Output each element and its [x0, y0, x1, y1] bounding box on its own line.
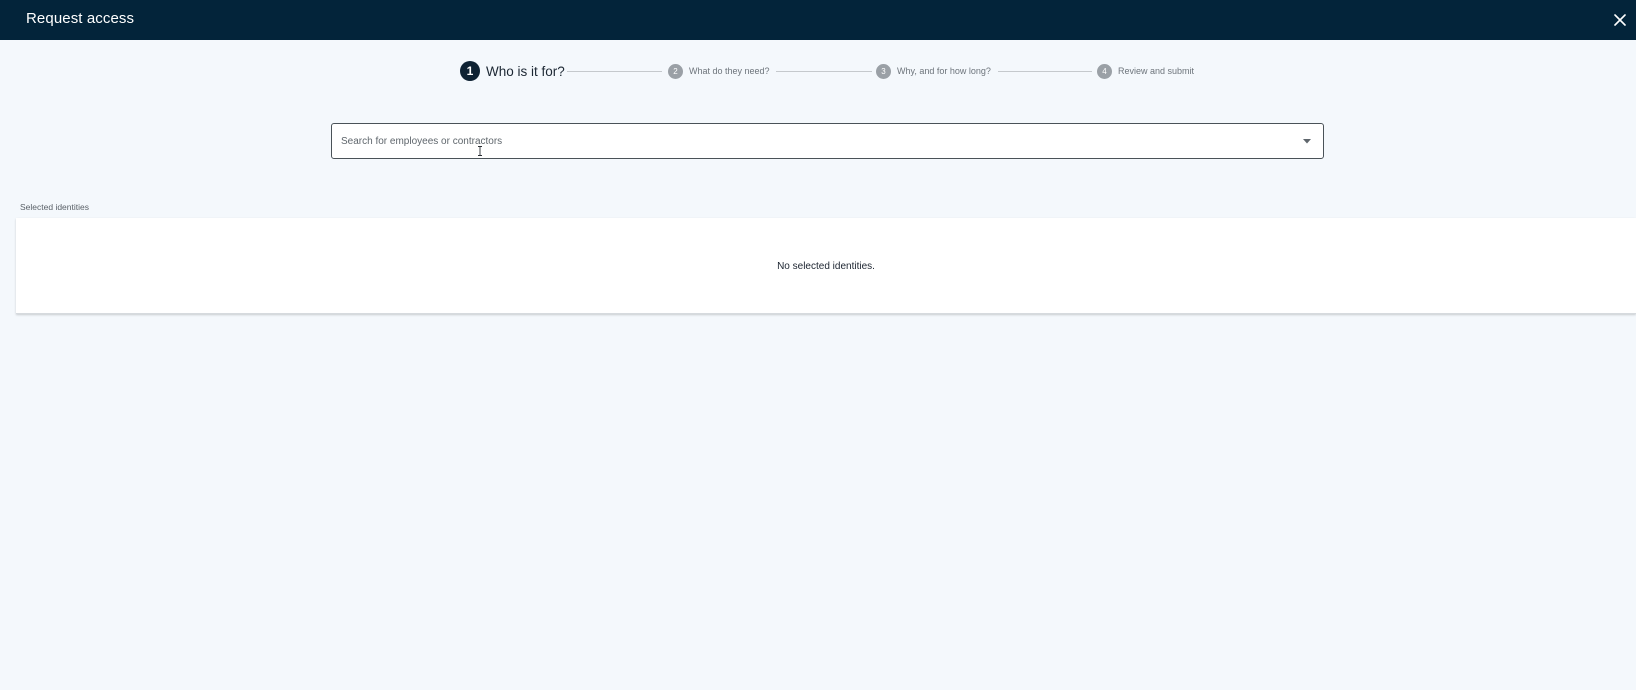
step-label: Review and submit [1118, 66, 1195, 76]
selected-identities-label: Selected identities [20, 202, 89, 212]
step-why-and-how-long[interactable]: 3 Why, and for how long? [876, 60, 991, 82]
step-what-do-they-need[interactable]: 2 What do they need? [668, 60, 770, 82]
empty-state-message: No selected identities. [777, 261, 875, 272]
step-number-badge: 3 [876, 63, 891, 79]
step-connector [776, 70, 872, 72]
close-icon [1614, 14, 1626, 26]
dropdown-toggle[interactable] [1300, 134, 1314, 148]
caret-down-icon [1303, 138, 1311, 143]
step-review-and-submit[interactable]: 4 Review and submit [1097, 60, 1194, 82]
step-number-badge: 4 [1097, 63, 1112, 79]
step-connector [567, 70, 662, 72]
step-label: Who is it for? [486, 63, 565, 79]
step-who-is-it-for[interactable]: 1 Who is it for? [460, 60, 565, 82]
text-cursor-icon [478, 146, 482, 156]
close-button[interactable] [1610, 10, 1630, 30]
step-label: Why, and for how long? [897, 66, 991, 76]
top-bar: Request access [0, 0, 1636, 40]
selected-identities-panel: No selected identities. [16, 218, 1636, 314]
stepper: 1 Who is it for? 2 What do they need? 3 … [460, 60, 1202, 82]
step-connector [998, 70, 1092, 72]
step-label: What do they need? [689, 66, 770, 76]
dialog-title: Request access [26, 10, 135, 27]
step-number-badge: 2 [668, 63, 683, 79]
step-number-badge: 1 [460, 61, 480, 81]
